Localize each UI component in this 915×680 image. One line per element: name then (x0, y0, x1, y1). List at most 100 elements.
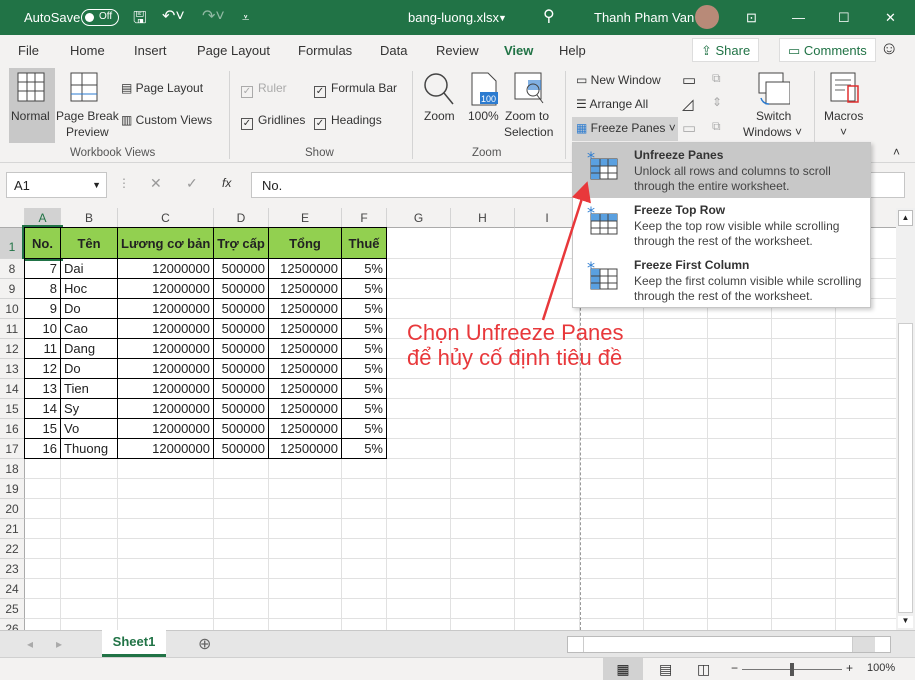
cell[interactable] (515, 228, 580, 259)
cell[interactable] (644, 619, 708, 630)
cell[interactable] (772, 319, 836, 339)
cell[interactable] (708, 559, 772, 579)
cell[interactable] (451, 619, 515, 630)
menu-item-freeze-top-row[interactable]: * Freeze Top Row Keep the top row visible … (573, 198, 870, 253)
column-header[interactable]: C (118, 208, 214, 228)
freeze-panes-button[interactable]: ▦ Freeze Panes ˅ (572, 117, 678, 141)
cell[interactable] (387, 579, 451, 599)
cell[interactable] (580, 579, 644, 599)
row-header[interactable]: 18 (0, 459, 25, 479)
minimize-icon[interactable]: — (792, 10, 805, 25)
page-layout-view-icon[interactable]: ▤ (659, 661, 672, 678)
cell[interactable] (451, 419, 515, 439)
cell[interactable]: 12500000 (268, 378, 342, 399)
cell[interactable] (118, 539, 214, 559)
cell[interactable] (644, 519, 708, 539)
cell[interactable] (644, 379, 708, 399)
cell[interactable] (342, 599, 387, 619)
cell[interactable] (644, 419, 708, 439)
cell[interactable] (387, 439, 451, 459)
cell[interactable] (515, 439, 580, 459)
cell[interactable]: Dai (60, 258, 118, 279)
redo-icon[interactable]: ↷˅ (202, 6, 225, 26)
cell[interactable]: Do (60, 358, 118, 379)
cell[interactable] (580, 619, 644, 630)
cell[interactable] (342, 559, 387, 579)
cell[interactable] (836, 359, 896, 379)
cell[interactable] (708, 419, 772, 439)
cell[interactable]: 8 (24, 278, 61, 299)
cell[interactable] (118, 559, 214, 579)
undo-icon[interactable]: ↶˅ (162, 6, 185, 26)
cell[interactable]: 11 (24, 338, 61, 359)
cell[interactable]: 14 (24, 398, 61, 419)
cell[interactable] (118, 599, 214, 619)
cell[interactable]: 12000000 (117, 338, 214, 359)
cell[interactable] (269, 599, 342, 619)
cell[interactable] (451, 299, 515, 319)
row-header[interactable]: 10 (0, 299, 25, 319)
tab-formulas[interactable]: Formulas (298, 43, 352, 58)
cell[interactable] (25, 579, 61, 599)
cell[interactable] (214, 619, 269, 630)
tab-page-layout[interactable]: Page Layout (197, 43, 270, 58)
user-name[interactable]: Thanh Pham Van (594, 10, 694, 25)
cell[interactable] (836, 579, 896, 599)
sheet-tab[interactable]: Sheet1 (102, 630, 166, 657)
cell[interactable] (451, 399, 515, 419)
switch-windows-button[interactable]: Switch Windows ˅ (740, 68, 806, 143)
ribbon-display-icon[interactable]: ⊡ (746, 10, 757, 26)
column-header[interactable]: I (515, 208, 580, 228)
cell[interactable] (118, 579, 214, 599)
cell[interactable]: Thuong (60, 438, 118, 459)
row-header[interactable]: 12 (0, 339, 25, 359)
cell[interactable] (644, 499, 708, 519)
comments-button[interactable]: ▭ Comments (779, 38, 876, 62)
column-header[interactable]: E (269, 208, 342, 228)
cell[interactable] (644, 479, 708, 499)
hide-icon[interactable]: ◿ (682, 95, 694, 113)
view-side-by-side-icon[interactable]: ⧉ (712, 71, 721, 86)
cell[interactable] (772, 539, 836, 559)
cell[interactable] (772, 619, 836, 630)
cell[interactable] (580, 379, 644, 399)
prev-sheet-icon[interactable]: ◂ (27, 637, 33, 651)
cell[interactable] (836, 619, 896, 630)
cell[interactable] (515, 479, 580, 499)
cell[interactable] (25, 519, 61, 539)
column-header[interactable]: A (25, 208, 61, 228)
chevron-down-icon[interactable]: ▼ (498, 13, 507, 23)
cell[interactable] (214, 559, 269, 579)
cell[interactable] (772, 419, 836, 439)
cell[interactable] (118, 479, 214, 499)
cell[interactable] (836, 319, 896, 339)
cell[interactable] (772, 379, 836, 399)
cell[interactable] (515, 379, 580, 399)
add-sheet-icon[interactable]: ⊕ (198, 634, 211, 654)
cell[interactable]: 500000 (213, 378, 269, 399)
cell[interactable] (708, 579, 772, 599)
cell[interactable] (515, 579, 580, 599)
enter-icon[interactable]: ✓ (186, 175, 198, 192)
tab-help[interactable]: Help (559, 43, 586, 58)
scroll-thumb[interactable] (583, 637, 853, 652)
cell[interactable] (269, 539, 342, 559)
cell[interactable] (772, 519, 836, 539)
cell[interactable] (772, 459, 836, 479)
cell[interactable] (708, 379, 772, 399)
cell[interactable] (61, 559, 118, 579)
cell[interactable] (25, 559, 61, 579)
cell[interactable]: Do (60, 298, 118, 319)
cell[interactable] (708, 339, 772, 359)
vertical-scrollbar[interactable]: ▲ ▼ (896, 208, 915, 630)
cell[interactable]: 12500000 (268, 258, 342, 279)
row-header[interactable]: 24 (0, 579, 25, 599)
formula-bar-checkbox[interactable]: ✓ Formula Bar (314, 81, 397, 98)
column-header[interactable]: D (214, 208, 269, 228)
cell[interactable] (25, 619, 61, 630)
cell[interactable] (708, 359, 772, 379)
collapse-ribbon-icon[interactable]: ˄ (893, 145, 900, 159)
cell[interactable]: 12000000 (117, 318, 214, 339)
cell[interactable] (214, 499, 269, 519)
cell[interactable] (451, 519, 515, 539)
